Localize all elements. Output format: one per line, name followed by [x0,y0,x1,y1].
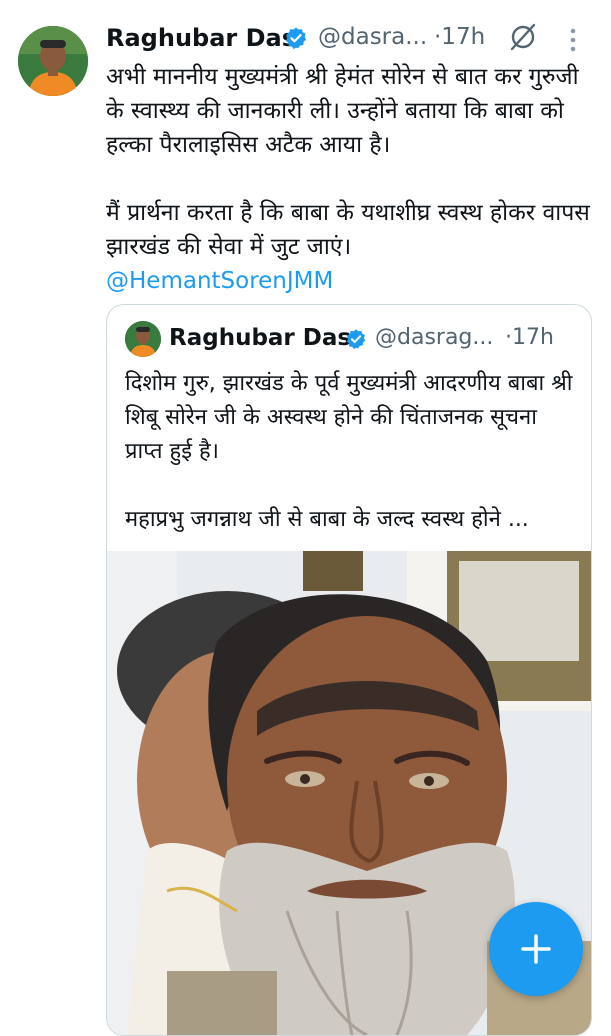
quoted-tweet-timestamp: ·17h [505,325,554,350]
author-avatar[interactable] [18,26,88,96]
compose-button[interactable] [489,902,583,996]
quoted-author-avatar [125,321,161,357]
verified-badge-icon [345,328,367,350]
verified-badge-icon [284,26,308,50]
grok-icon[interactable] [508,22,538,52]
tweet-text: अभी माननीय मुख्यमंत्री श्री हेमंत सोरेन … [106,60,596,298]
mention-link[interactable]: @HemantSorenJMM [106,268,333,294]
tweet-header: Raghubar Das @dasra... ·17h [106,20,591,60]
plus-icon [521,934,551,964]
quoted-author-name: Raghubar Das [169,325,352,351]
quoted-paragraph-1: दिशोम गुरु, झारखंड के पूर्व मुख्यमंत्री … [125,371,573,464]
quoted-author-handle: @dasrag... [375,325,494,350]
quoted-tweet-text: दिशोम गुरु, झारखंड के पूर्व मुख्यमंत्री … [125,367,581,537]
tweet-paragraph-2: मैं प्रार्थना करता है कि बाबा के यथाशीघ्… [106,200,590,260]
author-name[interactable]: Raghubar Das [106,24,296,52]
quoted-paragraph-2: महाप्रभु जगन्नाथ जी से बाबा के जल्द स्वस… [125,507,529,532]
author-handle[interactable]: @dasra... [318,24,427,50]
tweet-timestamp[interactable]: ·17h [434,24,485,50]
tweet-paragraph-1: अभी माननीय मुख्यमंत्री श्री हेमंत सोरेन … [106,64,579,158]
more-vertical-icon[interactable] [568,26,578,54]
